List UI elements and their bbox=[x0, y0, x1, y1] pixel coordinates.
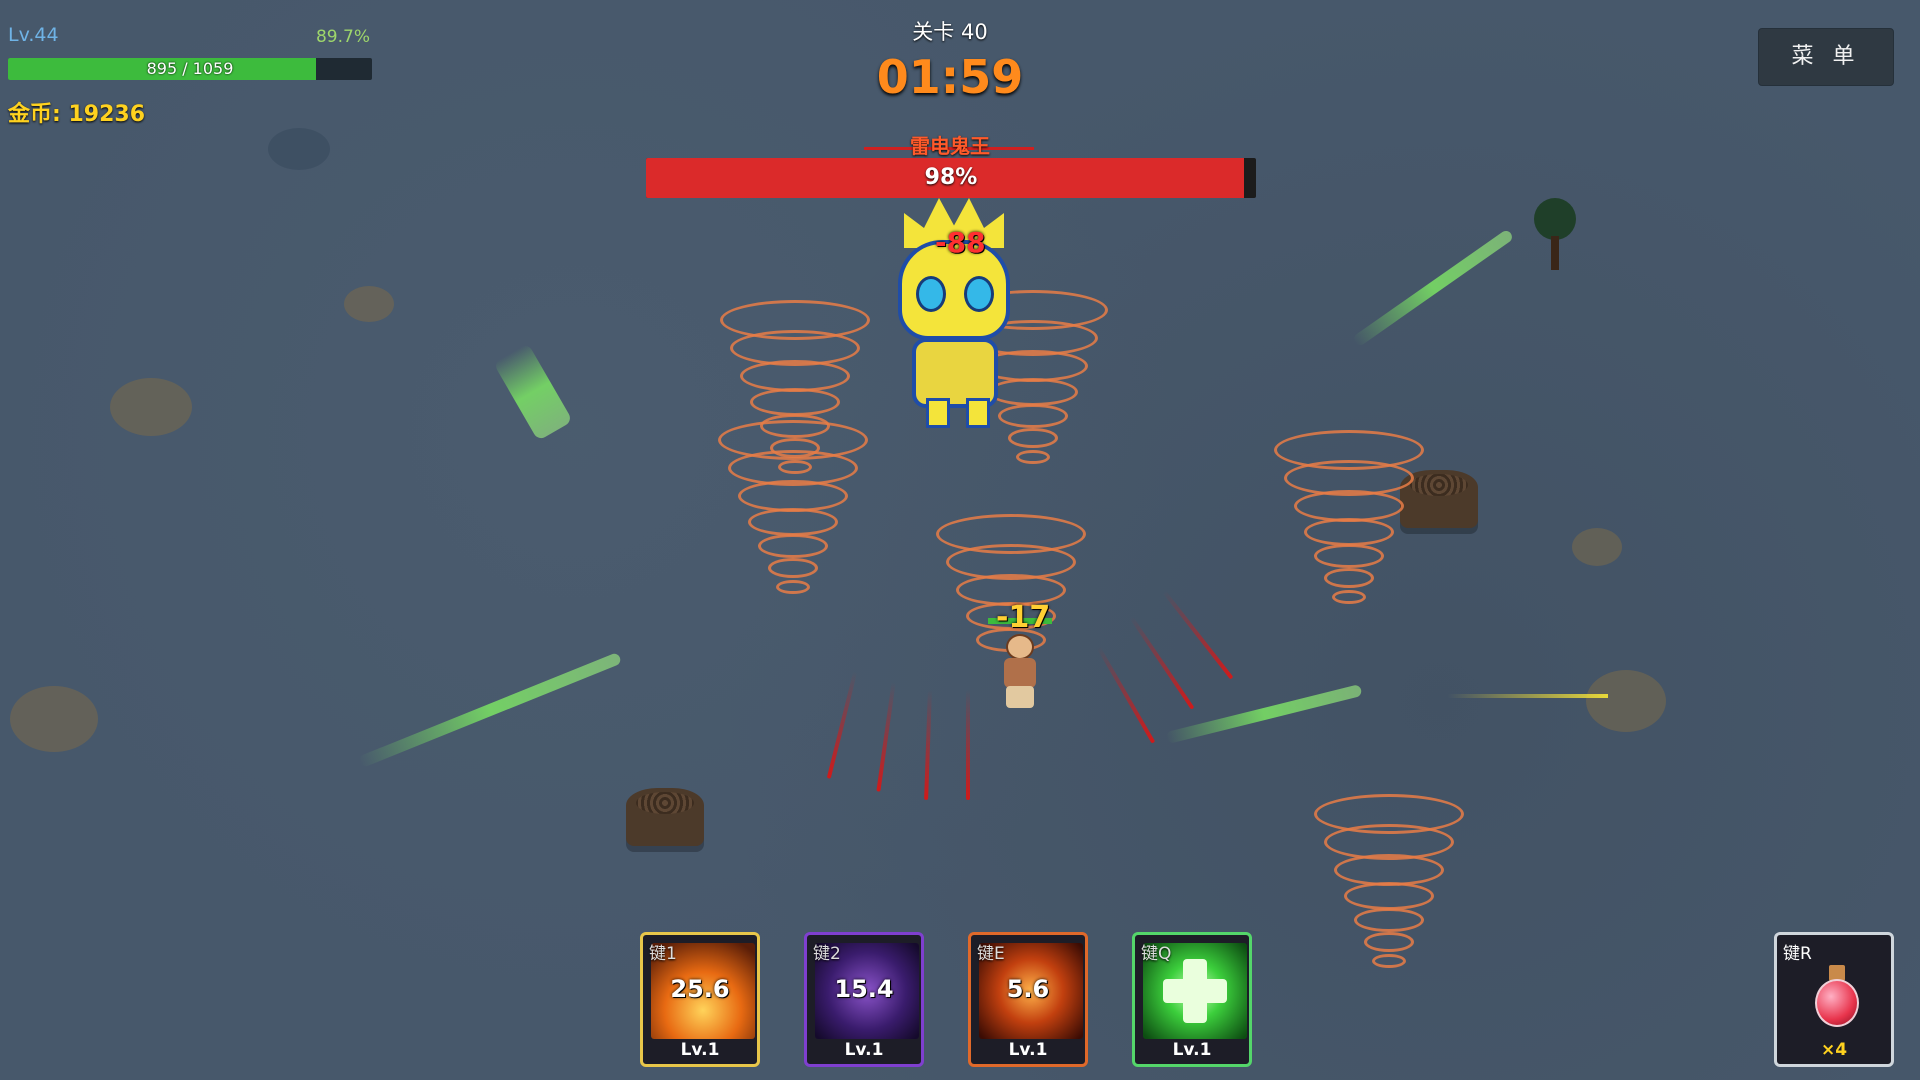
skill-slot-e[interactable]: 键E 5.6 Lv.1 bbox=[968, 932, 1088, 1067]
tornado-effect bbox=[718, 420, 868, 600]
boss-damage-number: -88 bbox=[935, 226, 986, 259]
player-head bbox=[1006, 634, 1034, 660]
wind-blade-effect bbox=[357, 651, 623, 769]
arrow-projectile bbox=[1448, 694, 1608, 698]
gold-counter: 金币: 19236 bbox=[8, 102, 145, 127]
potion-count: ×4 bbox=[1820, 1040, 1848, 1060]
skill-hotkey: 键Q bbox=[1141, 944, 1172, 964]
wind-blade-effect bbox=[1165, 683, 1363, 745]
tree-stump bbox=[626, 788, 704, 846]
wind-blade-effect bbox=[493, 343, 573, 441]
countdown-timer: 01:59 bbox=[876, 50, 1024, 104]
boss-name: 雷电鬼王 bbox=[910, 134, 990, 158]
player-level: Lv.44 bbox=[8, 24, 59, 46]
skill-level: Lv.1 bbox=[844, 1040, 884, 1060]
tree-trunk bbox=[1551, 236, 1559, 270]
stage-label: 关卡 40 bbox=[912, 20, 988, 44]
wind-blade-effect bbox=[1351, 228, 1515, 348]
ground-patch bbox=[268, 128, 330, 170]
potion-slot[interactable]: 键R ×4 bbox=[1774, 932, 1894, 1067]
player-legs bbox=[1006, 686, 1034, 708]
player-damage-number: -17 bbox=[996, 600, 1051, 635]
red-slash-projectile bbox=[924, 689, 932, 801]
boss-leg bbox=[966, 398, 990, 428]
player-character[interactable] bbox=[988, 618, 1052, 712]
skill-slot-1[interactable]: 键1 25.6 Lv.1 bbox=[640, 932, 760, 1067]
ground-patch bbox=[110, 378, 192, 436]
skill-cooldown: 5.6 bbox=[1006, 975, 1050, 1003]
potion-hotkey: 键R bbox=[1783, 944, 1812, 964]
boss-eye bbox=[916, 276, 946, 312]
skill-slot-2[interactable]: 键2 15.4 Lv.1 bbox=[804, 932, 924, 1067]
skill-level: Lv.1 bbox=[1008, 1040, 1048, 1060]
potion-body bbox=[1815, 979, 1859, 1027]
player-torso bbox=[1004, 658, 1036, 688]
red-slash-projectile bbox=[826, 671, 858, 779]
skill-level: Lv.1 bbox=[680, 1040, 720, 1060]
skill-slot-q[interactable]: 键Q Lv.1 bbox=[1132, 932, 1252, 1067]
health-potion-icon bbox=[1815, 965, 1859, 1027]
skill-level: Lv.1 bbox=[1172, 1040, 1212, 1060]
boss-eye bbox=[964, 276, 994, 312]
red-slash-projectile bbox=[966, 690, 970, 800]
tornado-effect bbox=[1274, 430, 1424, 610]
red-slash-projectile bbox=[1162, 590, 1234, 680]
ground-patch bbox=[10, 686, 98, 752]
skill-cooldown: 25.6 bbox=[670, 975, 730, 1003]
skill-hotkey: 键E bbox=[977, 944, 1005, 964]
skill-cooldown: 15.4 bbox=[834, 975, 894, 1003]
ground-patch bbox=[344, 286, 394, 322]
boss-leg bbox=[926, 398, 950, 428]
tree bbox=[1534, 198, 1576, 240]
boss-hp-bar: 98% bbox=[646, 158, 1256, 198]
player-hp-bar: 895 / 1059 bbox=[8, 58, 372, 80]
ground-patch bbox=[1586, 670, 1666, 732]
skill-hotkey: 键1 bbox=[649, 944, 677, 964]
tornado-effect bbox=[1314, 794, 1464, 974]
boss-hp-percent: 98% bbox=[924, 165, 978, 190]
exp-percent: 89.7% bbox=[315, 27, 370, 47]
menu-button[interactable]: 菜 单 bbox=[1758, 28, 1894, 86]
red-slash-projectile bbox=[1096, 646, 1156, 744]
ground-patch bbox=[1572, 528, 1622, 566]
red-slash-projectile bbox=[1129, 616, 1195, 710]
red-slash-projectile bbox=[876, 682, 896, 792]
player-hp-text: 895 / 1059 bbox=[146, 59, 234, 78]
skill-hotkey: 键2 bbox=[813, 944, 841, 964]
